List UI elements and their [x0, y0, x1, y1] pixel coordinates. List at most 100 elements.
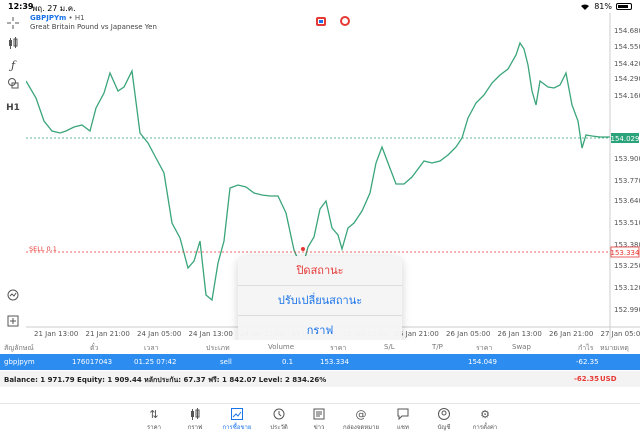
col-price: ราคา [476, 344, 493, 352]
mailbox-icon: @ [355, 408, 367, 421]
position-context-menu: ปิดสถานะ ปรับเปลี่ยนสถานะ กราฟ [238, 256, 402, 347]
history-icon [259, 408, 299, 422]
col-swap: Swap [512, 343, 531, 351]
sell-price-label: 153.334 [611, 249, 640, 257]
battery-percent: 81% [594, 2, 612, 11]
col-sl: S/L [384, 343, 395, 351]
row-volume: 0.1 [282, 358, 294, 366]
function-icon[interactable]: ƒ [4, 57, 22, 75]
nav-account[interactable]: บัญชี [424, 408, 464, 432]
col-comment: หมายเหตุ [600, 344, 629, 352]
col-symbol: สัญลักษณ์ [4, 344, 34, 352]
row-symbol: gbpjpym [4, 358, 35, 366]
x-axis-tick-label: 24 Jan 13:00 [189, 330, 233, 338]
battery-icon [616, 3, 632, 10]
symbol-name: GBPJPYm [30, 14, 67, 22]
x-axis-tick-label: 26 Jan 05:00 [446, 330, 490, 338]
x-axis-tick-label: 26 Jan 21:00 [549, 330, 593, 338]
chart-trade-icon[interactable] [4, 289, 22, 307]
chart-toolbar: ƒ H1 [0, 13, 26, 331]
total-profit: -62.35 [574, 375, 600, 383]
col-type: ประเภท [206, 344, 230, 352]
y-axis-tick-label: 154.550 [614, 43, 640, 51]
y-axis-tick-label: 152.990 [614, 306, 640, 314]
nav-history[interactable]: ประวัติ [259, 408, 299, 432]
x-axis-tick-label: 24 Jan 05:00 [137, 330, 181, 338]
col-profit: กำไร [578, 344, 594, 352]
row-profit: -62.35 [576, 358, 599, 366]
row-type: sell [220, 358, 232, 366]
symbol-timeframe: • H1 [68, 14, 85, 22]
col-tp: T/P [432, 343, 443, 351]
clock: 12:39 [8, 2, 34, 11]
y-axis-tick-label: 153.640 [614, 197, 640, 205]
balance-row: Balance: 1 971.79 Equity: 1 909.44 หลักป… [0, 371, 640, 387]
y-axis-tick-label: 153.250 [614, 262, 640, 270]
nav-news[interactable]: ข่าว [299, 408, 339, 432]
nav-settings[interactable]: ⚙ การตั้งค่า [465, 408, 505, 432]
arrows-updown-icon: ⇅ [149, 408, 159, 421]
bottom-navigation: ⇅ ราคา กราฟ การซื้อขาย ประวัติ ข่าว @ กล… [0, 403, 640, 447]
nav-mailbox[interactable]: @ กล่องจดหมาย [341, 408, 381, 432]
status-bar: 12:39 พฤ. 27 ม.ค. 81% [0, 0, 640, 13]
col-ticket: ตั๋ว [90, 344, 99, 352]
nav-news-label: ข่าว [313, 424, 325, 431]
x-axis-tick-label: 21 Jan 13:00 [34, 330, 78, 338]
objects-icon[interactable] [4, 77, 22, 95]
y-axis-tick-label: 154.420 [614, 60, 640, 68]
row-ticket: 176017043 [72, 358, 113, 366]
status-icons: 81% [580, 2, 632, 11]
nav-chart[interactable]: กราฟ [175, 408, 215, 432]
account-currency: USD [600, 375, 617, 383]
nav-quotes[interactable]: ⇅ ราคา [134, 408, 174, 432]
sell-position-label: SELL 0.1 [29, 245, 57, 253]
y-axis-tick-label: 154.160 [614, 92, 640, 100]
account-icon [424, 408, 464, 422]
symbol-description: Great Britain Pound vs Japanese Yen [30, 23, 157, 31]
nav-mailbox-label: กล่องจดหมาย [342, 424, 380, 431]
chat-icon [383, 408, 423, 422]
nav-trade-label: การซื้อขาย [222, 424, 252, 431]
nav-quotes-label: ราคา [147, 424, 161, 431]
x-axis-tick-label: 26 Jan 13:00 [498, 330, 542, 338]
col-volume: Volume [268, 343, 295, 351]
wifi-icon [581, 3, 590, 10]
nav-chart-label: กราฟ [187, 424, 203, 431]
nav-account-label: บัญชี [437, 424, 451, 431]
news-icon [299, 408, 339, 422]
nav-trade[interactable]: การซื้อขาย [217, 408, 257, 432]
y-axis-tick-label: 153.510 [614, 219, 640, 227]
positions-table-header: สัญลักษณ์ ตั๋ว เวลา ประเภท Volume ราคา S… [0, 340, 640, 354]
trade-levels-icon[interactable] [316, 17, 326, 26]
position-row[interactable]: gbpjpym 176017043 01.25 07:42 sell 0.1 1… [0, 354, 640, 370]
row-open-price: 153.334 [320, 358, 349, 366]
modify-position-button[interactable]: ปรับเปลี่ยนสถานะ [238, 286, 402, 316]
chart-symbol: GBPJPYm • H1 [30, 14, 85, 22]
timeframe-button[interactable]: H1 [4, 99, 22, 117]
y-axis-tick-label: 154.290 [614, 75, 640, 83]
y-axis-tick-label: 153.770 [614, 177, 640, 185]
nav-history-label: ประวัติ [270, 424, 288, 431]
col-time: เวลา [144, 344, 159, 352]
y-axis-tick-label: 153.900 [614, 155, 640, 163]
y-axis-tick-label: 153.120 [614, 284, 640, 292]
candlestick-icon [175, 408, 215, 422]
col-open-price: ราคา [330, 344, 347, 352]
x-axis-tick-label: 27 Jan 05:00 [601, 330, 640, 338]
row-time: 01.25 07:42 [134, 358, 177, 366]
balance-summary: Balance: 1 971.79 Equity: 1 909.44 หลักป… [4, 376, 327, 384]
bid-price-label: 154.029 [611, 135, 640, 143]
close-position-button[interactable]: ปิดสถานะ [238, 256, 402, 286]
nav-settings-label: การตั้งค่า [472, 424, 498, 431]
candles-icon[interactable] [4, 37, 22, 55]
one-click-trading-icon[interactable] [340, 16, 350, 26]
nav-chat-label: แชท [397, 424, 409, 431]
settings-icon: ⚙ [480, 408, 490, 421]
nav-chat[interactable]: แชท [383, 408, 423, 432]
trade-chart-icon [217, 408, 257, 422]
new-order-icon[interactable] [4, 315, 22, 333]
crosshair-icon[interactable] [4, 17, 22, 35]
x-axis-tick-label: 21 Jan 21:00 [86, 330, 130, 338]
sell-entry-marker [301, 247, 305, 251]
row-price: 154.049 [468, 358, 497, 366]
